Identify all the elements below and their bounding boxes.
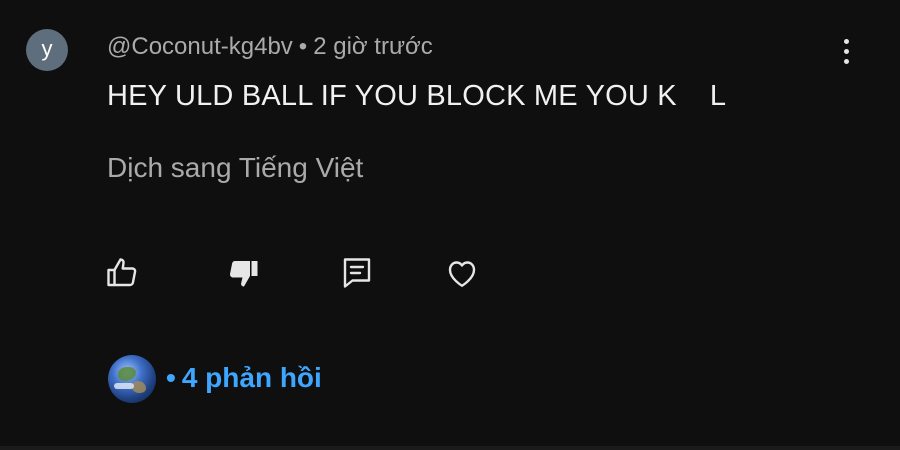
reply-author-avatar[interactable] (108, 355, 156, 403)
replies-count-label: 4 phản hồi (181, 362, 322, 393)
avatar-letter: y (41, 36, 53, 61)
heart-icon[interactable] (444, 255, 480, 291)
replies-separator: • (166, 362, 176, 393)
reply-icon[interactable] (339, 255, 375, 291)
author-handle[interactable]: @Coconut-kg4bv (107, 33, 293, 60)
comment-screen: y @Coconut-kg4bv • 2 giờ trước HEY ULD BAL… (0, 0, 900, 450)
meta-separator: • (298, 33, 308, 60)
view-replies-button[interactable]: • 4 phản hồi (166, 362, 322, 394)
thumbs-down-icon[interactable] (226, 255, 262, 291)
more-vert-icon[interactable] (834, 36, 858, 72)
comment-text: HEY ULD BALL IF YOU BLOCK ME YOU K L (107, 80, 727, 112)
comment-timestamp: 2 giờ trước (313, 33, 433, 60)
comment-meta: @Coconut-kg4bv • 2 giờ trước (107, 33, 433, 61)
bottom-divider (0, 446, 900, 450)
translate-button[interactable]: Dịch sang Tiếng Việt (107, 152, 363, 184)
author-avatar[interactable]: y (26, 29, 68, 71)
thumbs-up-icon[interactable] (104, 255, 140, 291)
